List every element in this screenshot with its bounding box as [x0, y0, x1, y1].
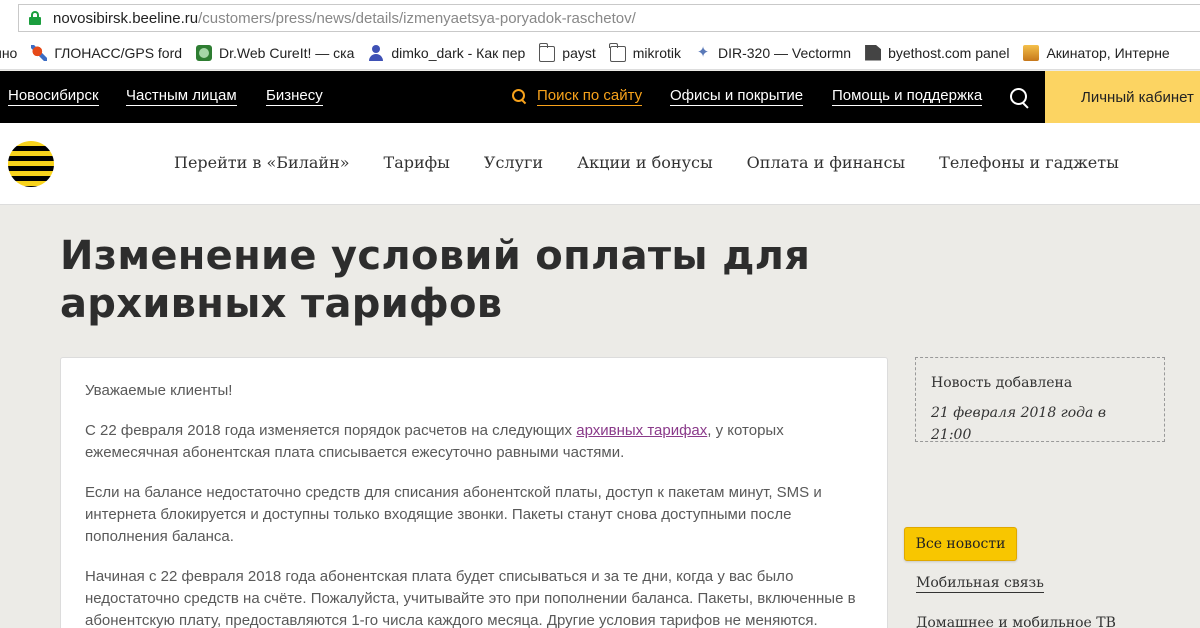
bookmark-label: dimko_dark - Как пер	[391, 44, 526, 61]
satellite-icon	[31, 44, 48, 61]
menu-item-tariffs[interactable]: Тарифы	[384, 153, 450, 172]
page-title-line2: архивных тарифов	[60, 281, 503, 327]
beeline-logo[interactable]	[8, 141, 54, 187]
nav-business-link[interactable]: Бизнесу	[266, 86, 323, 106]
bookmark-item[interactable]: Акинатор, Интерне	[1023, 44, 1170, 61]
menu-item-go-to-beeline[interactable]: Перейти в «Билайн»	[174, 153, 350, 172]
tv-news-link[interactable]: Домашнее и мобильное ТВ	[916, 614, 1116, 628]
site-search-link[interactable]: Поиск по сайту	[537, 86, 643, 106]
lock-icon	[29, 11, 41, 25]
bookmark-item[interactable]: Dr.Web CureIt! — ска	[196, 44, 355, 61]
nav-offices-link[interactable]: Офисы и покрытие	[670, 86, 804, 106]
news-article: Уважаемые клиенты! С 22 февраля 2018 год…	[60, 357, 888, 628]
bookmark-item[interactable]: dimko_dark - Как пер	[368, 44, 526, 61]
date-value: 21 февраля 2018 года в 21:00	[931, 405, 1106, 443]
url-domain: novosibirsk.beeline.ru	[53, 9, 199, 27]
url-path: /customers/press/news/details/izmenyaets…	[198, 9, 636, 27]
bookmark-label: Акинатор, Интерне	[1046, 44, 1170, 61]
folder-icon	[538, 42, 556, 62]
bookmark-item[interactable]: byethost.com panel	[865, 44, 1010, 61]
archive-tariffs-link[interactable]: архивных тарифах	[576, 422, 707, 439]
nav-private-link[interactable]: Частным лицам	[126, 86, 237, 106]
bookmark-label: DIR-320 — Vectormn	[718, 44, 852, 61]
mobile-news-link[interactable]: Мобильная связь	[916, 574, 1044, 593]
article-paragraph: Если на балансе недостаточно средств для…	[85, 484, 822, 545]
bookmark-label: Dr.Web CureIt! — ска	[219, 44, 355, 61]
drweb-icon	[196, 44, 213, 61]
page-title: Изменение условий оплаты для архивных та…	[60, 232, 840, 328]
bookmark-folder[interactable]: mikrotik	[609, 42, 681, 62]
bookmark-item[interactable]: ГЛОНАСС/GPS ford	[31, 44, 183, 61]
menu-item-phones[interactable]: Телефоны и гаджеты	[939, 153, 1119, 172]
search-icon[interactable]	[1010, 88, 1030, 108]
bookmark-item[interactable]: ино	[0, 45, 17, 61]
bookmark-label: payst	[562, 44, 596, 61]
page-title-line1: Изменение условий оплаты для	[60, 233, 811, 279]
star-icon: ✦	[696, 43, 710, 61]
menu-item-services[interactable]: Услуги	[484, 153, 543, 172]
bookmark-folder[interactable]: payst	[538, 42, 596, 62]
article-text: С 22 февраля 2018 года изменяется порядо…	[85, 422, 577, 439]
browser-address-bar: novosibirsk.beeline.ru/customers/press/n…	[0, 0, 1200, 36]
site-header: Перейти в «Билайн» Тарифы Услуги Акции и…	[0, 123, 1200, 205]
article-greeting: Уважаемые клиенты!	[85, 382, 233, 399]
main-menu: Перейти в «Билайн» Тарифы Услуги Акции и…	[174, 153, 1153, 172]
folder-icon	[609, 42, 626, 62]
article-paragraph: С 22 февраля 2018 года изменяется порядо…	[85, 420, 863, 464]
personal-cabinet-button[interactable]: Личный кабинет	[1045, 71, 1200, 123]
top-navigation: Новосибирск Частным лицам Бизнесу Поиск …	[0, 71, 1200, 123]
bookmarks-bar: ино ГЛОНАСС/GPS ford Dr.Web CureIt! — ск…	[0, 36, 1200, 70]
url-field[interactable]: novosibirsk.beeline.ru/customers/press/n…	[18, 4, 1200, 32]
article-paragraph: Начиная с 22 февраля 2018 года абонентск…	[85, 568, 856, 628]
nav-help-link[interactable]: Помощь и поддержка	[832, 86, 983, 106]
all-news-button[interactable]: Все новости	[904, 527, 1017, 561]
search-icon	[512, 89, 526, 103]
bookmark-label: ино	[0, 44, 18, 61]
bookmark-label: byethost.com panel	[888, 44, 1010, 61]
city-selector-link[interactable]: Новосибирск	[8, 86, 99, 106]
menu-item-payment[interactable]: Оплата и финансы	[747, 153, 905, 172]
bookmark-item[interactable]: ✦ DIR-320 — Vectormn	[695, 43, 852, 61]
date-label: Новость добавлена	[931, 375, 1073, 391]
document-icon	[865, 44, 882, 61]
menu-item-promotions[interactable]: Акции и бонусы	[577, 153, 713, 172]
news-date-box: Новость добавлена 21 февраля 2018 года в…	[915, 357, 1165, 443]
user-icon	[368, 44, 384, 61]
akinator-icon	[1023, 44, 1040, 61]
bookmark-label: mikrotik	[632, 44, 681, 61]
bookmark-label: ГЛОНАСС/GPS ford	[54, 44, 183, 61]
